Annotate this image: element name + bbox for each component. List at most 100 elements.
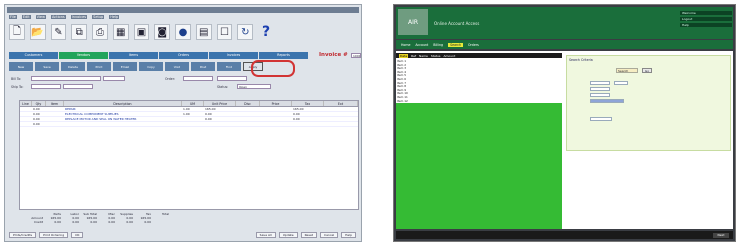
menu-view[interactable]: View [35,14,46,19]
order-field[interactable] [183,76,213,81]
update-button[interactable]: Update [278,231,298,238]
disk-icon[interactable]: ◙ [154,24,171,40]
menu-help[interactable]: Help [109,14,120,19]
window-titlebar [7,7,359,13]
welcome-link[interactable]: Welcome [680,11,732,15]
tab-home[interactable]: Home [401,43,410,47]
portal-tabs: Home Account Billing Search Orders [396,40,733,49]
invoice-window: File Edit View Actions Invoices Setup He… [4,4,362,242]
list-col-status[interactable]: Status [431,54,441,58]
menu-edit[interactable]: Edit [21,14,31,19]
list-items: Item 1 Item 2 Item 3 Item 4 Item 5 Item … [396,58,562,104]
save-icon[interactable]: ▣ [133,24,150,40]
bill-to-code-field[interactable] [103,76,125,81]
col-description: Description [64,101,182,106]
invoice-label: Invoice # [319,52,348,58]
tab-search[interactable]: Search [448,42,464,47]
invoice-number-field[interactable]: 10009 [351,53,361,58]
menu-invoices[interactable]: Invoices [70,14,88,19]
find-button[interactable]: Find [217,62,241,71]
ok-button[interactable]: OK [71,231,84,238]
row-qty: 0.00 [33,107,40,111]
status-select[interactable]: Open [237,84,271,89]
refresh-icon[interactable]: ↻ [237,24,254,40]
tab-invoices[interactable]: Invoices [209,52,259,59]
preview-icon[interactable]: ▦ [112,24,129,40]
form-field-6[interactable] [590,117,612,121]
form-field-4[interactable] [590,93,610,97]
col-tax: Tax [292,101,324,106]
help-icon[interactable]: ? [258,24,274,40]
delete-button[interactable]: Delete [61,62,85,71]
list-item[interactable]: Item 12 [397,99,561,103]
menu-file[interactable]: File [9,14,17,19]
totals-cell: 0.00 [108,220,115,224]
row-um: 1.00 [183,112,190,116]
copy-button[interactable]: Copy [139,62,163,71]
row-qty: 0.00 [33,117,40,121]
tab-reports[interactable]: Reports [259,52,309,59]
new-document-icon[interactable]: 🗋 [9,24,25,40]
row-um [182,117,204,121]
row-um: 1.00 [183,107,190,111]
menu-actions[interactable]: Actions [50,14,66,19]
col-unit-price: Unit Price [204,101,236,106]
row-description: ELECTRICAL COMPONENT SUPPLIES [65,112,119,116]
help-link[interactable]: Help [680,23,732,27]
row-unit-price: 0.00 [205,117,212,121]
tab-orders[interactable]: Orders [159,52,209,59]
print-ordering-button[interactable]: Print Ordering [39,231,69,238]
table-row[interactable]: 0.00 [20,122,358,127]
list-col-ref[interactable]: Ref [411,54,416,58]
form-field-3[interactable] [590,87,610,91]
ship-date-field[interactable] [63,84,93,89]
cancel-button[interactable]: Cancel [319,231,339,238]
notes-icon[interactable]: ☐ [216,24,233,40]
save-button[interactable]: Save [35,62,59,71]
print-button[interactable]: Print [87,62,111,71]
tab-customers[interactable]: Customers [9,52,59,59]
list-col-name[interactable]: Name [419,54,428,58]
search-button[interactable]: Search [616,68,638,73]
save-all-button[interactable]: Save All [255,231,276,238]
copy-icon[interactable]: ⧉ [71,24,88,40]
print-icon[interactable]: ⎙ [92,24,108,40]
list-col-date[interactable]: Date [399,53,409,58]
email-button[interactable]: Email [113,62,137,71]
ship-via-field[interactable] [217,76,247,81]
logout-link[interactable]: Logout [680,17,732,21]
next-button[interactable]: Next [713,233,729,238]
post-button[interactable]: Post [191,62,215,71]
toolbar: 🗋 📂 ✎ ⧉ ⎙ ▦ ▣ ◙ ● ▤ ☐ ↻ ? [9,21,279,43]
list-col-amount[interactable]: Amount [443,54,455,58]
ship-to-field[interactable] [31,84,61,89]
form-field-1[interactable] [590,81,610,85]
tab-account[interactable]: Account [415,43,428,47]
reset-button[interactable]: Reset [300,231,317,238]
totals-cell: 0.00 [90,220,97,224]
ship-to-label: Ship To: [11,85,24,89]
tab-items[interactable]: Items [109,52,159,59]
tab-vendors[interactable]: Vendors [59,52,109,59]
void-button[interactable]: Void [165,62,189,71]
payments-credits-button[interactable]: Pmts/Credits [9,231,37,238]
help-button[interactable]: Help [341,231,356,238]
tab-billing[interactable]: Billing [433,43,443,47]
bottom-bar: Pmts/Credits Print Ordering OK Save All … [9,231,359,238]
totals-cell: 0.00 [126,220,133,224]
new-button[interactable]: New [9,62,33,71]
open-folder-icon[interactable]: 📂 [29,24,46,40]
form-field-2[interactable] [614,81,628,85]
form-field-5[interactable] [590,99,624,103]
bill-to-field[interactable] [31,76,101,81]
bill-to-label: Bill To: [11,77,22,81]
web-portal-window: AIR Online Account Access Welcome Logout… [393,4,736,242]
top-links: Welcome Logout Help [680,11,732,31]
globe-icon[interactable]: ● [175,24,191,40]
row-description: REPAIR [65,107,76,111]
edit-icon[interactable]: ✎ [50,24,67,40]
tab-orders[interactable]: Orders [468,43,479,47]
menu-setup[interactable]: Setup [92,14,105,19]
go-button[interactable]: Go [642,68,652,73]
folder-icon[interactable]: ▤ [195,24,212,40]
